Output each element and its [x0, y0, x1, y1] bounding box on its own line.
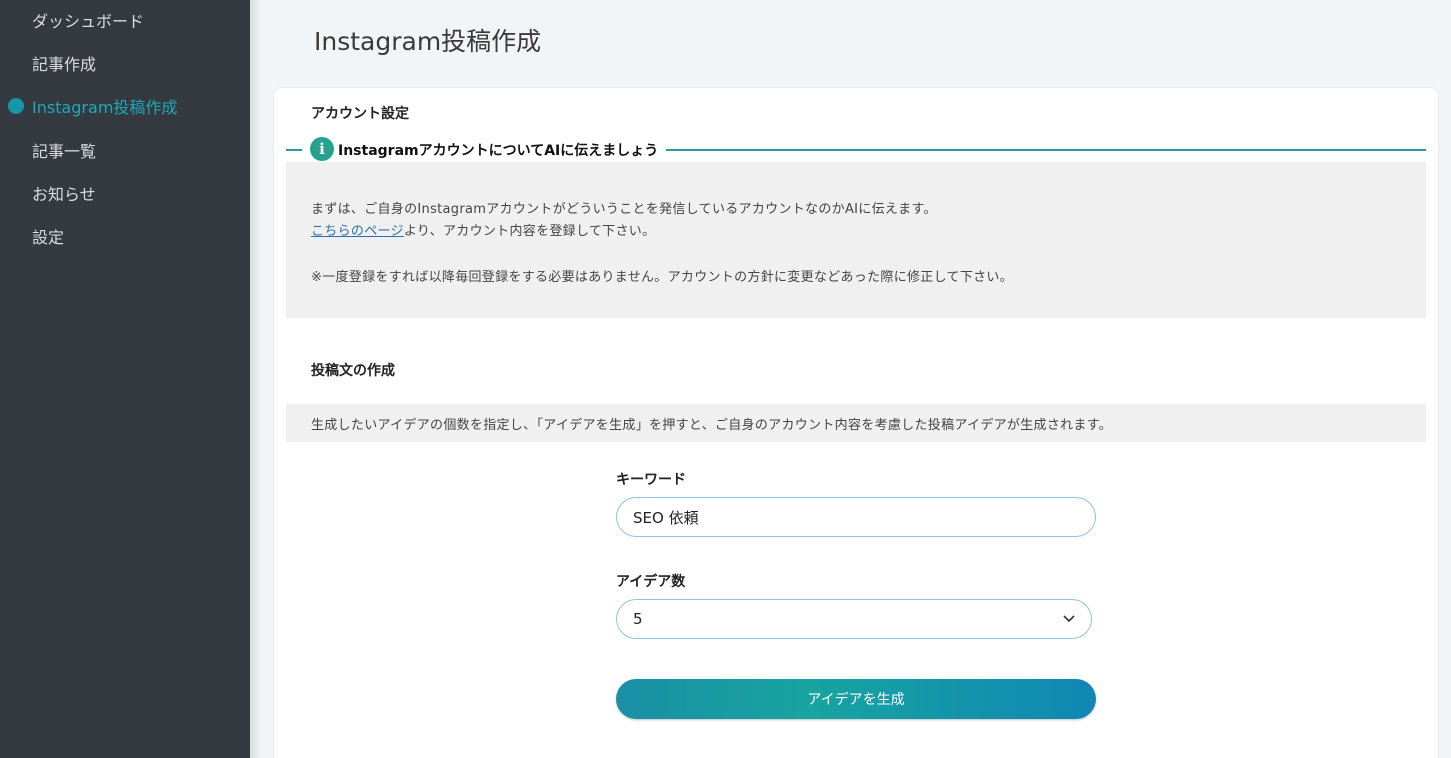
info-line-2-rest: より、アカウント内容を登録して下さい。 [403, 224, 656, 239]
page-title: Instagram投稿作成 [314, 27, 542, 56]
sidebar-item-instagram-post[interactable]: Instagram投稿作成 [0, 86, 250, 126]
info-line-1: まずは、ご自身のInstagramアカウントがどういうことを発信しているアカウン… [311, 202, 937, 217]
info-box: まずは、ご自身のInstagramアカウントがどういうことを発信しているアカウン… [286, 162, 1426, 318]
keyword-label: キーワード [616, 472, 686, 488]
sidebar-item-label: お知らせ [32, 185, 96, 204]
idea-count-value: 5 [633, 610, 643, 628]
active-indicator-dot [8, 98, 24, 114]
sidebar-shadow [250, 0, 262, 758]
idea-count-select[interactable]: 5 [616, 599, 1092, 639]
sidebar-item-label: 記事一覧 [32, 142, 97, 161]
info-header-line-left [286, 149, 302, 151]
account-settings-heading: アカウント設定 [311, 106, 409, 122]
sidebar-item-article-list[interactable]: 記事一覧 [0, 130, 250, 170]
info-note: ※一度登録をすれば以降毎回登録をする必要はありません。アカウントの方針に変更など… [311, 270, 1014, 285]
hint-box: 生成したいアイデアの個数を指定し、「アイデアを生成」を押すと、ご自身のアカウント… [286, 404, 1426, 442]
account-page-link[interactable]: こちらのページ [311, 224, 404, 239]
sidebar: ダッシュボード 記事作成 Instagram投稿作成 記事一覧 お知らせ 設定 [0, 0, 250, 758]
idea-count-label: アイデア数 [616, 574, 686, 590]
info-icon: i [310, 137, 334, 161]
sidebar-item-label: Instagram投稿作成 [32, 98, 178, 117]
sidebar-item-article-create[interactable]: 記事作成 [0, 43, 250, 83]
keyword-input[interactable] [616, 497, 1096, 537]
sidebar-item-settings[interactable]: 設定 [0, 216, 250, 256]
content-card: アカウント設定 i InstagramアカウントについてAIに伝えましょう まず… [274, 88, 1438, 758]
hint-text: 生成したいアイデアの個数を指定し、「アイデアを生成」を押すと、ご自身のアカウント… [311, 418, 1113, 433]
generate-ideas-button[interactable]: アイデアを生成 [616, 679, 1096, 719]
info-header: i InstagramアカウントについてAIに伝えましょう [286, 136, 1426, 162]
sidebar-item-label: 記事作成 [32, 55, 97, 74]
sidebar-item-news[interactable]: お知らせ [0, 173, 250, 213]
sidebar-item-dashboard[interactable]: ダッシュボード [0, 0, 250, 40]
sidebar-item-label: ダッシュボード [32, 12, 145, 31]
info-title: InstagramアカウントについてAIに伝えましょう [338, 140, 667, 160]
sidebar-item-label: 設定 [32, 228, 65, 247]
info-header-line-right [650, 149, 1426, 151]
chevron-down-icon [1063, 612, 1075, 627]
post-creation-heading: 投稿文の作成 [311, 363, 395, 379]
info-line-2: こちらのページより、アカウント内容を登録して下さい。 [311, 220, 655, 239]
